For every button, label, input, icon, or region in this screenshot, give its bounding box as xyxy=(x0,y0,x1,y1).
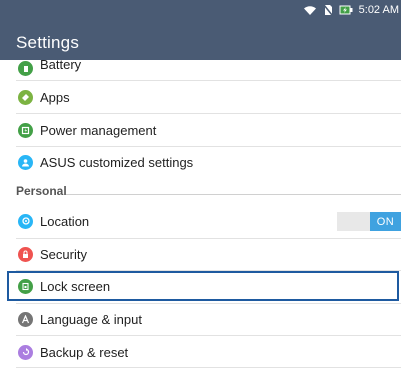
lock-screen-icon xyxy=(18,278,33,294)
toggle-on-label: ON xyxy=(370,212,401,231)
settings-item-security[interactable]: Security xyxy=(0,238,401,270)
settings-item-label: Battery xyxy=(40,60,82,72)
wifi-icon xyxy=(303,5,317,16)
security-icon xyxy=(18,246,33,262)
divider xyxy=(16,367,401,368)
settings-item-label: Power management xyxy=(40,122,157,138)
status-time: 5:02 AM xyxy=(358,4,399,16)
power-management-icon xyxy=(18,122,33,138)
backup-icon xyxy=(18,344,33,360)
settings-item-backup-reset[interactable]: Backup & reset xyxy=(0,336,401,368)
settings-item-label: ASUS customized settings xyxy=(40,154,194,170)
settings-item-language-input[interactable]: Language & input xyxy=(0,303,401,335)
battery-icon xyxy=(18,61,33,76)
settings-item-label: Location xyxy=(40,213,90,229)
no-sim-icon xyxy=(323,4,333,16)
settings-item-apps[interactable]: Apps xyxy=(0,81,401,113)
settings-item-label: Lock screen xyxy=(40,278,111,294)
page-title: Settings xyxy=(16,33,80,52)
settings-item-label: Backup & reset xyxy=(40,344,129,360)
settings-item-battery[interactable]: Battery xyxy=(0,60,401,80)
settings-item-label: Apps xyxy=(40,89,70,105)
asus-settings-icon xyxy=(18,154,33,170)
status-bar: 5:02 AM xyxy=(303,0,401,20)
settings-item-label: Security xyxy=(40,246,87,262)
section-header-personal: Personal xyxy=(16,184,67,198)
apps-icon xyxy=(18,89,33,105)
section-divider xyxy=(66,194,401,195)
settings-item-asus-customized[interactable]: ASUS customized settings xyxy=(0,146,401,178)
settings-item-label: Language & input xyxy=(40,311,142,327)
settings-item-power-management[interactable]: Power management xyxy=(0,114,401,146)
settings-item-lock-screen[interactable]: Lock screen xyxy=(0,270,401,302)
location-toggle[interactable]: ON xyxy=(337,212,401,231)
location-icon xyxy=(18,213,33,229)
battery-charging-icon xyxy=(339,5,353,15)
language-icon xyxy=(18,311,33,327)
app-header: 5:02 AM Settings xyxy=(0,0,401,60)
settings-list[interactable]: Battery Apps Power management ASUS custo… xyxy=(0,60,401,378)
